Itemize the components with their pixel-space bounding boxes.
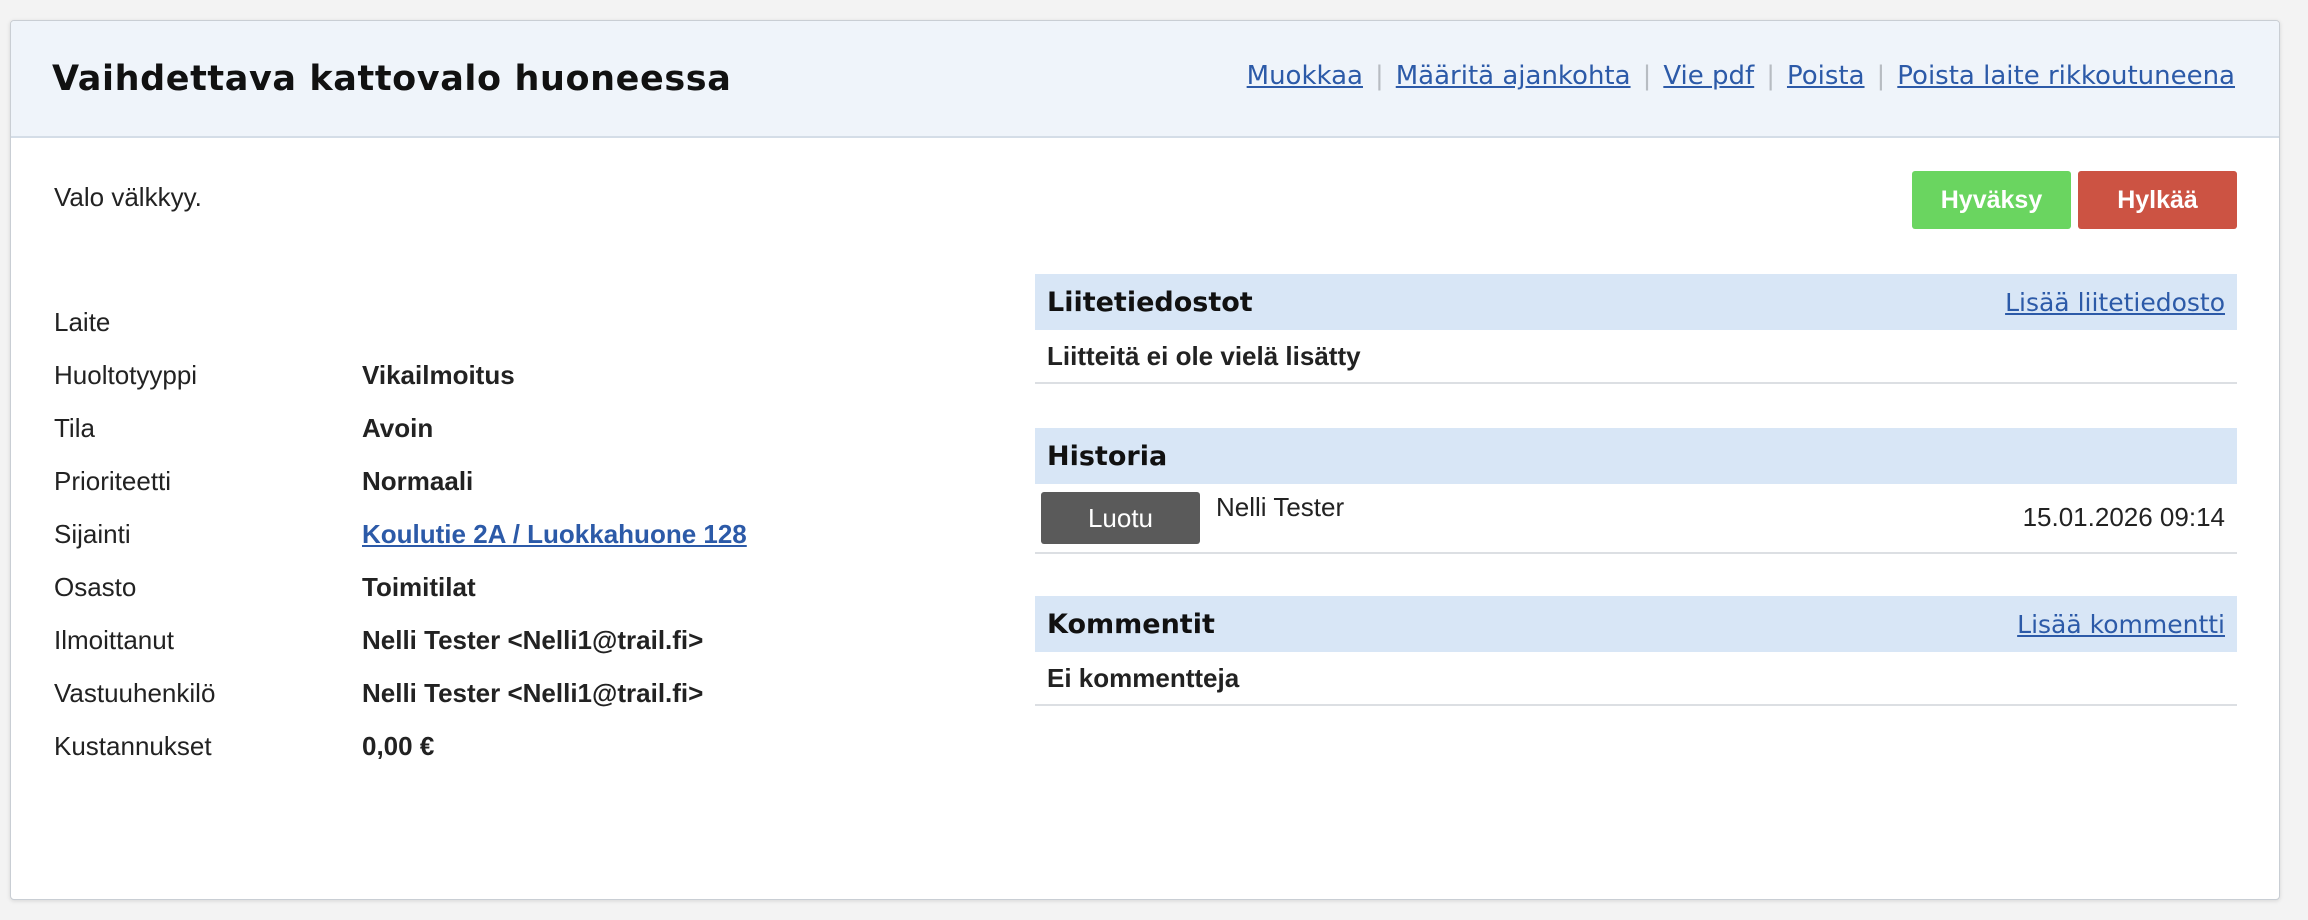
export-pdf-link[interactable]: Vie pdf	[1663, 61, 1754, 91]
details-list: Laite Huoltotyyppi Vikailmoitus Tila Avo…	[54, 296, 747, 773]
detail-label: Kustannukset	[54, 731, 212, 761]
detail-row-department: Osasto Toimitilat	[54, 561, 747, 614]
detail-value: Nelli Tester <Nelli1@trail.fi>	[362, 678, 704, 708]
detail-row-costs: Kustannukset 0,00 €	[54, 720, 747, 773]
history-user: Nelli Tester	[1216, 492, 1345, 522]
comments-body: Ei kommentteja	[1035, 652, 2237, 706]
panel-header: Vaihdettava kattovalo huoneessa Muokkaa …	[11, 21, 2279, 138]
detail-value: Normaali	[362, 466, 474, 496]
delete-broken-link[interactable]: Poista laite rikkoutuneena	[1897, 61, 2235, 91]
schedule-link[interactable]: Määritä ajankohta	[1396, 61, 1631, 91]
detail-value: Vikailmoitus	[362, 360, 515, 390]
page-title: Vaihdettava kattovalo huoneessa	[52, 59, 732, 99]
separator: |	[1766, 61, 1775, 91]
reject-button[interactable]: Hylkää	[2078, 171, 2237, 229]
history-timestamp: 15.01.2026 09:14	[2022, 502, 2225, 532]
detail-value: 0,00 €	[362, 731, 435, 761]
detail-row-device: Laite	[54, 296, 747, 349]
detail-row-location: Sijainti Koulutie 2A / Luokkahuone 128	[54, 508, 747, 561]
detail-row-responsible: Vastuuhenkilö Nelli Tester <Nelli1@trail…	[54, 667, 747, 720]
work-order-panel: Vaihdettava kattovalo huoneessa Muokkaa …	[10, 20, 2280, 900]
add-attachment-link[interactable]: Lisää liitetiedosto	[2005, 288, 2225, 317]
attachments-header: Liitetiedostot Lisää liitetiedosto	[1035, 274, 2237, 330]
detail-label: Ilmoittanut	[54, 625, 174, 655]
detail-label: Vastuuhenkilö	[54, 678, 216, 708]
detail-label: Osasto	[54, 572, 137, 602]
detail-label: Prioriteetti	[54, 466, 172, 496]
add-comment-link[interactable]: Lisää kommentti	[2017, 610, 2225, 639]
detail-label: Huoltotyyppi	[54, 360, 198, 390]
detail-label: Laite	[54, 307, 111, 337]
separator: |	[1642, 61, 1652, 91]
comments-header: Kommentit Lisää kommentti	[1035, 596, 2237, 652]
approve-button[interactable]: Hyväksy	[1912, 171, 2071, 229]
history-title: Historia	[1047, 440, 1168, 472]
delete-link[interactable]: Poista	[1787, 61, 1865, 91]
detail-value: Koulutie 2A / Luokkahuone 128	[362, 519, 747, 550]
detail-row-service-type: Huoltotyyppi Vikailmoitus	[54, 349, 747, 402]
history-entry: Luotu Nelli Tester 15.01.2026 09:14	[1041, 484, 2225, 552]
comments-section: Kommentit Lisää kommentti Ei kommentteja	[1035, 596, 2237, 706]
detail-value: Nelli Tester <Nelli1@trail.fi>	[362, 625, 704, 655]
comments-empty-text: Ei kommentteja	[1047, 662, 1240, 693]
comments-title: Kommentit	[1047, 608, 1215, 640]
description-text: Valo välkkyy.	[54, 182, 202, 212]
detail-label: Sijainti	[54, 519, 131, 549]
edit-link[interactable]: Muokkaa	[1247, 61, 1363, 91]
detail-row-priority: Prioriteetti Normaali	[54, 455, 747, 508]
history-event-badge: Luotu	[1041, 492, 1200, 544]
detail-row-reporter: Ilmoittanut Nelli Tester <Nelli1@trail.f…	[54, 614, 747, 667]
attachments-body: Liitteitä ei ole vielä lisätty	[1035, 330, 2237, 384]
attachments-empty-text: Liitteitä ei ole vielä lisätty	[1047, 340, 1361, 371]
location-link[interactable]: Koulutie 2A / Luokkahuone 128	[362, 519, 747, 549]
separator: |	[1876, 61, 1886, 91]
attachments-title: Liitetiedostot	[1047, 286, 1253, 318]
history-section: Historia Luotu Nelli Tester 15.01.2026 0…	[1035, 428, 2237, 554]
history-body: Luotu Nelli Tester 15.01.2026 09:14	[1035, 484, 2237, 554]
detail-row-status: Tila Avoin	[54, 402, 747, 455]
header-actions: Muokkaa | Määritä ajankohta | Vie pdf | …	[1247, 61, 2235, 91]
detail-value: Avoin	[362, 413, 434, 443]
attachments-section: Liitetiedostot Lisää liitetiedosto Liitt…	[1035, 274, 2237, 384]
history-header: Historia	[1035, 428, 2237, 484]
detail-label: Tila	[54, 413, 95, 443]
separator: |	[1374, 61, 1384, 91]
detail-value: Toimitilat	[362, 572, 476, 602]
